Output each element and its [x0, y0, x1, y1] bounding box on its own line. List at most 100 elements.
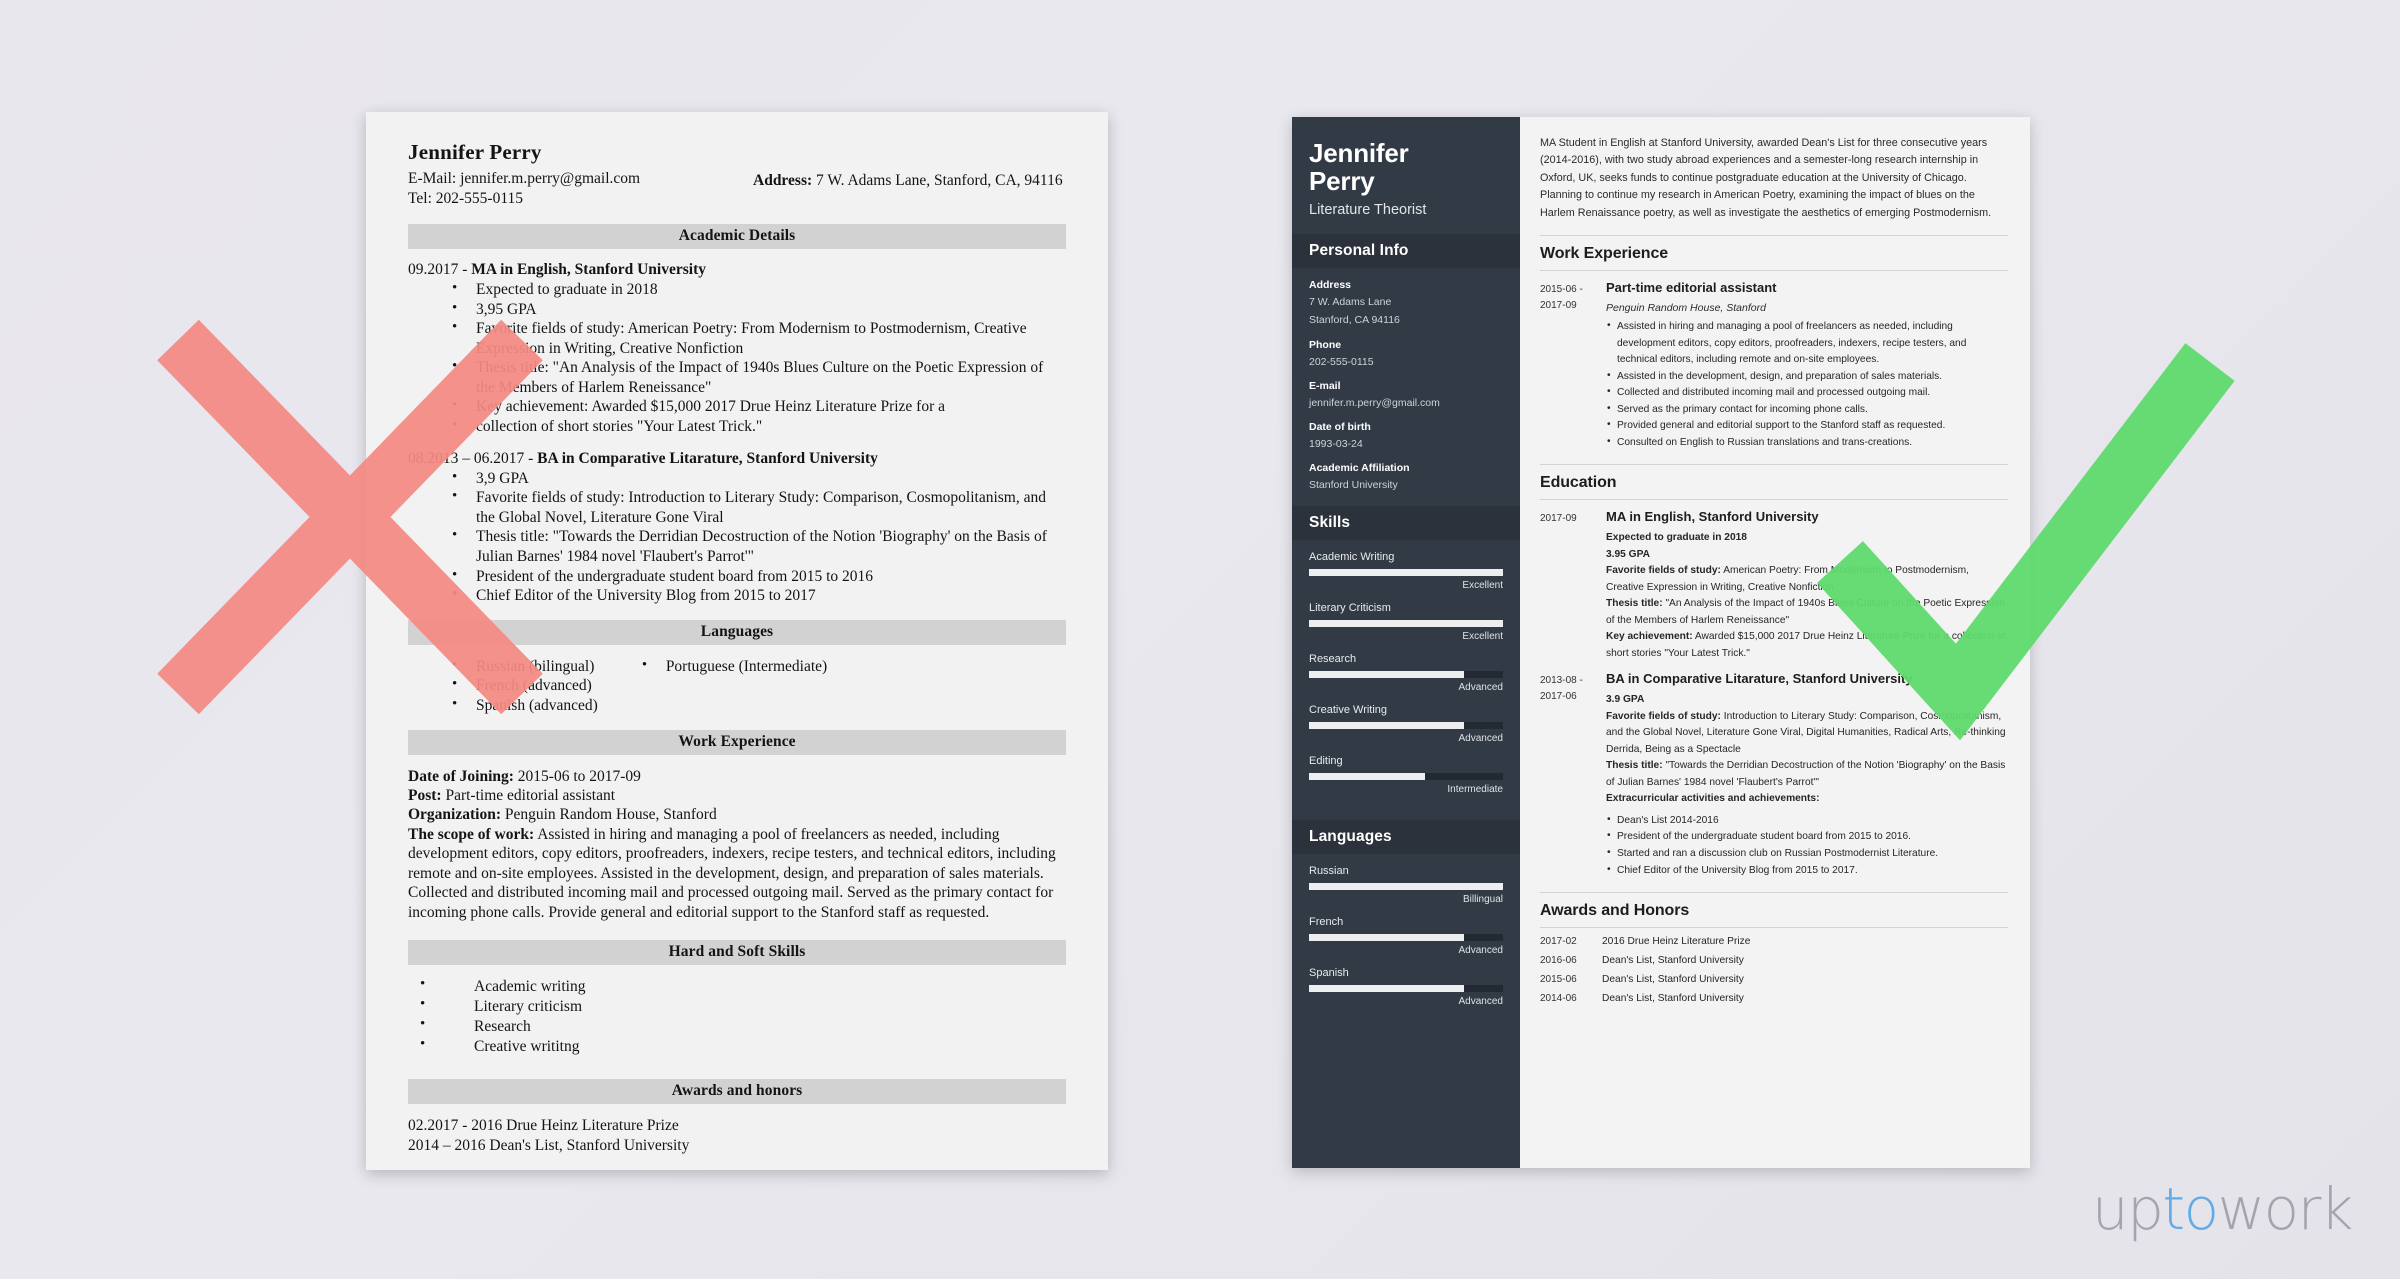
- bad-award-line: 2014 – 2016 Dean's List, Stanford Univer…: [408, 1137, 690, 1155]
- bad-section-awards: Awards and honors: [408, 1079, 1066, 1105]
- degree-title: MA in English, Stanford University: [1606, 509, 1819, 525]
- good-awards-list: 2017-02 2016 Drue Heinz Literature Prize 2…: [1540, 936, 2008, 1004]
- bad-resume-tel: Tel: 202-555-0115: [408, 190, 524, 208]
- bad-awards-list: 02.2017 - 2016 Drue Heinz Literature Pri…: [408, 1116, 1066, 1156]
- list-item: 3,9 GPA: [446, 468, 1066, 489]
- bad-languages: Russian (bilingual)French (advanced)Span…: [408, 656, 1066, 716]
- bad-academic-entry-title: BA in Comparative Litarature, Stanford U…: [537, 449, 878, 467]
- education-entry: 2017-09 MA in English, Stanford Universit…: [1540, 509, 2008, 662]
- skill-bar-track: [1309, 620, 1503, 628]
- sidebar-field-value: Stanford, CA 94116: [1309, 314, 1400, 327]
- list-item: Academic writing: [408, 975, 1066, 997]
- good-resume-document: Jennifer Perry Literature Theorist Perso…: [1292, 117, 2030, 1168]
- skill-bar-fill: [1309, 620, 1503, 628]
- bad-resume-contact-row: E-Mail: jennifer.m.perry@gmail.com Tel: …: [408, 169, 1066, 210]
- entry-date: 2013-08 - 2017-06: [1540, 671, 1602, 879]
- award-date: 2015-06: [1540, 974, 1577, 986]
- language-item: French Advanced: [1309, 916, 1503, 956]
- skill-item: Creative Writing Advanced: [1309, 704, 1503, 744]
- sidebar-field-value: 1993-03-24: [1309, 437, 1363, 450]
- list-item: Russian (bilingual): [446, 656, 598, 677]
- list-item: Chief Editor of the University Blog from…: [1606, 862, 2008, 880]
- skill-item: Literary Criticism Excellent: [1309, 602, 1503, 642]
- bad-section-languages: Languages: [408, 619, 1066, 645]
- bad-work-scope-label: The scope of work:: [408, 825, 535, 843]
- list-item: Key achievement: Awarded $15,000 2017 Dr…: [446, 396, 1066, 417]
- language-level: Billingual: [1462, 894, 1503, 906]
- list-item: Creative writitng: [408, 1035, 1066, 1057]
- language-item: Russian Billingual: [1309, 865, 1503, 905]
- logo-part-to: to: [2162, 1175, 2219, 1243]
- skill-bar-track: [1309, 773, 1503, 781]
- bad-academic-bullets: 3,9 GPAFavorite fields of study: Introdu…: [446, 468, 1066, 606]
- language-bar-fill: [1309, 985, 1465, 993]
- list-item: Thesis title: "Towards the Derridian Dec…: [446, 526, 1066, 566]
- entry-date-line: 2013-08 -: [1540, 675, 1583, 687]
- sidebar-field-label: Academic Affiliation: [1309, 462, 1410, 475]
- education-line: Thesis title: "An Analysis of the Impact…: [1606, 596, 2008, 629]
- list-item: Assisted in hiring and managing a pool o…: [1606, 318, 2008, 369]
- list-item: Assisted in the development, design, and…: [1606, 368, 2008, 386]
- good-resume-role: Literature Theorist: [1309, 202, 1427, 219]
- list-item: Favorite fields of study: American Poetr…: [446, 318, 1066, 358]
- skill-bar-track: [1309, 569, 1503, 577]
- language-bar-track: [1309, 934, 1503, 942]
- bad-work-post: Post: Part-time editorial assistant: [408, 786, 1066, 805]
- bad-resume-address-label: Address:: [753, 172, 813, 189]
- award-row: 2014-06 Dean's List, Stanford University: [1540, 993, 2008, 1004]
- bad-work-post-label: Post:: [408, 787, 442, 805]
- list-item: Collected and distributed incoming mail …: [1606, 384, 2008, 402]
- job-bullets: Assisted in hiring and managing a pool o…: [1606, 318, 2008, 452]
- language-name: Spanish: [1309, 967, 1349, 980]
- skill-bar-fill: [1309, 722, 1465, 730]
- education-line: Favorite fields of study: American Poetr…: [1606, 563, 2008, 596]
- skill-name: Academic Writing: [1309, 551, 1395, 564]
- education-entry-body: BA in Comparative Litarature, Stanford U…: [1602, 671, 2008, 879]
- education-line-label: 3.9 GPA: [1606, 694, 1645, 706]
- bad-skills-list: Academic writingLiterary criticismResear…: [408, 975, 1066, 1057]
- skill-bar-track: [1309, 722, 1503, 730]
- logo-part-work: work: [2217, 1175, 2354, 1243]
- job-organization: Penguin Random House, Stanford: [1606, 302, 1766, 315]
- sidebar-field-label: Date of birth: [1309, 420, 1371, 433]
- bad-academic-entry-heading: 09.2017 - MA in English, Stanford Univer…: [408, 261, 1066, 279]
- education-line-label: Extracurricular activities and achieveme…: [1606, 793, 1820, 805]
- education-line-label: 3.95 GPA: [1606, 548, 1650, 560]
- bad-academic-bullets: Expected to graduate in 20183,95 GPAFavo…: [446, 279, 1066, 437]
- bad-resume-address-value: 7 W. Adams Lane, Stanford, CA, 94116: [816, 172, 1063, 189]
- language-bar-fill: [1309, 934, 1465, 942]
- degree-title: BA in Comparative Litarature, Stanford U…: [1606, 671, 1913, 687]
- personal-info-fields: Address 7 W. Adams Lane Stanford, CA 94116…: [1292, 268, 1520, 506]
- bad-academic-entry-heading: 08.2013 – 06.2017 - BA in Comparative Li…: [408, 450, 1066, 468]
- good-resume-last-name: Perry: [1309, 166, 1375, 197]
- list-item: Research: [408, 1015, 1066, 1037]
- bad-languages-left: Russian (bilingual)French (advanced)Span…: [446, 656, 598, 716]
- good-resume-summary: MA Student in English at Stanford Univer…: [1540, 137, 1992, 219]
- list-item: Thesis title: "An Analysis of the Impact…: [446, 357, 1066, 397]
- sidebar-field-label: Phone: [1309, 338, 1342, 351]
- award-row: 2016-06 Dean's List, Stanford University: [1540, 955, 2008, 966]
- award-date: 2014-06: [1540, 993, 1577, 1005]
- good-education-list: 2017-09 MA in English, Stanford Universit…: [1540, 509, 2008, 879]
- education-line: Key achievement: Awarded $15,000 2017 Dr…: [1606, 629, 2008, 662]
- skill-name: Research: [1309, 653, 1357, 666]
- education-line: Favorite fields of study: Introduction t…: [1606, 709, 2008, 759]
- bad-section-skills: Hard and Soft Skills: [408, 940, 1066, 966]
- skill-name: Editing: [1309, 755, 1343, 768]
- entry-date: 2015-06 - 2017-09: [1540, 280, 1602, 451]
- job-title: Part-time editorial assistant: [1606, 280, 1777, 296]
- language-bar-track: [1309, 883, 1503, 891]
- language-bar-fill: [1309, 883, 1503, 891]
- sidebar-field-value: 202-555-0115: [1309, 355, 1374, 368]
- good-resume-first-name: Jennifer: [1309, 138, 1409, 168]
- entry-date-line: 2015-06 -: [1540, 284, 1583, 296]
- list-item: Chief Editor of the University Blog from…: [446, 585, 1066, 606]
- list-item: Consulted on English to Russian translat…: [1606, 434, 2008, 452]
- education-line: Thesis title: "Towards the Derridian Dec…: [1606, 758, 2008, 791]
- education-line: Extracurricular activities and achieveme…: [1606, 791, 2008, 808]
- list-item: Provided general and editorial support t…: [1606, 417, 2008, 435]
- language-item: Spanish Advanced: [1309, 967, 1503, 1007]
- skill-bar-track: [1309, 671, 1503, 679]
- education-line-text: "An Analysis of the Impact of 1940s Blue…: [1606, 598, 2005, 626]
- education-line-label: Thesis title:: [1606, 760, 1663, 772]
